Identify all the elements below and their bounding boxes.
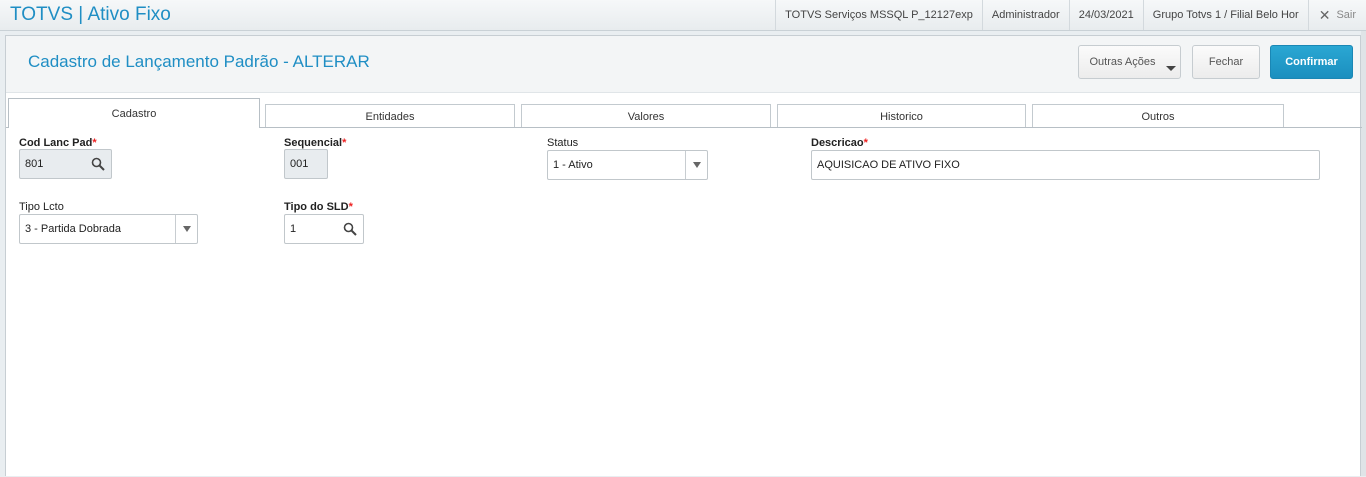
descricao-field[interactable]: AQUISICAO DE ATIVO FIXO: [811, 150, 1320, 180]
tipo-lcto-label: Tipo Lcto: [19, 201, 64, 213]
required-mark: *: [342, 137, 347, 149]
page-header: Cadastro de Lançamento Padrão - ALTERAR …: [6, 36, 1360, 93]
chevron-down-icon: [1166, 66, 1176, 71]
main-panel: Cadastro de Lançamento Padrão - ALTERAR …: [5, 35, 1362, 476]
status-label: Status: [547, 137, 579, 149]
user-label: Administrador: [981, 0, 1069, 30]
search-icon[interactable]: [343, 222, 357, 236]
confirm-button[interactable]: Confirmar: [1270, 45, 1353, 79]
top-bar: TOTVS | Ativo Fixo TOTVS Serviços MSSQL …: [0, 0, 1366, 31]
status-value: 1 - Ativo: [553, 159, 593, 171]
cod-lanc-pad-value: 801: [25, 158, 44, 170]
cod-lanc-pad-label: Cod Lanc Pad*: [19, 137, 97, 149]
sequencial-value: 001: [290, 158, 309, 170]
tab-valores[interactable]: Valores: [521, 104, 771, 128]
tab-entidades[interactable]: Entidades: [265, 104, 515, 128]
descricao-label: Descricao*: [811, 137, 868, 149]
exit-label: Sair: [1336, 9, 1356, 21]
date-label: 24/03/2021: [1068, 0, 1143, 30]
status-select[interactable]: 1 - Ativo: [547, 150, 708, 180]
app-title: TOTVS | Ativo Fixo: [10, 4, 171, 25]
tab-cadastro[interactable]: Cadastro: [8, 98, 260, 128]
sequencial-field[interactable]: 001: [284, 149, 328, 179]
chevron-down-icon[interactable]: [175, 215, 197, 243]
branch-label[interactable]: Grupo Totvs 1 / Filial Belo Hor: [1142, 0, 1308, 30]
descricao-value: AQUISICAO DE ATIVO FIXO: [817, 159, 960, 171]
environment-label: TOTVS Serviços MSSQL P_12127exp: [775, 0, 982, 30]
required-mark: *: [348, 201, 353, 213]
tipo-lcto-value: 3 - Partida Dobrada: [25, 223, 121, 235]
exit-button[interactable]: ✕ Sair: [1307, 0, 1366, 30]
tipo-sld-field[interactable]: 1: [284, 214, 364, 244]
tab-outros[interactable]: Outros: [1032, 104, 1284, 128]
cod-lanc-pad-field[interactable]: 801: [19, 149, 112, 179]
tipo-sld-label: Tipo do SLD*: [284, 201, 353, 213]
close-button[interactable]: Fechar: [1192, 45, 1260, 79]
top-info: TOTVS Serviços MSSQL P_12127exp Administ…: [775, 0, 1366, 30]
other-actions-label: Outras Ações: [1089, 56, 1156, 68]
page-title: Cadastro de Lançamento Padrão - ALTERAR: [28, 52, 370, 71]
search-icon[interactable]: [91, 157, 105, 171]
chevron-down-icon[interactable]: [685, 151, 707, 179]
tipo-lcto-select[interactable]: 3 - Partida Dobrada: [19, 214, 198, 244]
other-actions-button[interactable]: Outras Ações: [1078, 45, 1181, 79]
required-mark: *: [92, 137, 97, 149]
required-mark: *: [863, 137, 868, 149]
close-icon: ✕: [1318, 6, 1331, 23]
tab-historico[interactable]: Historico: [777, 104, 1026, 128]
tipo-sld-value: 1: [290, 223, 297, 235]
sequencial-label: Sequencial*: [284, 137, 347, 149]
